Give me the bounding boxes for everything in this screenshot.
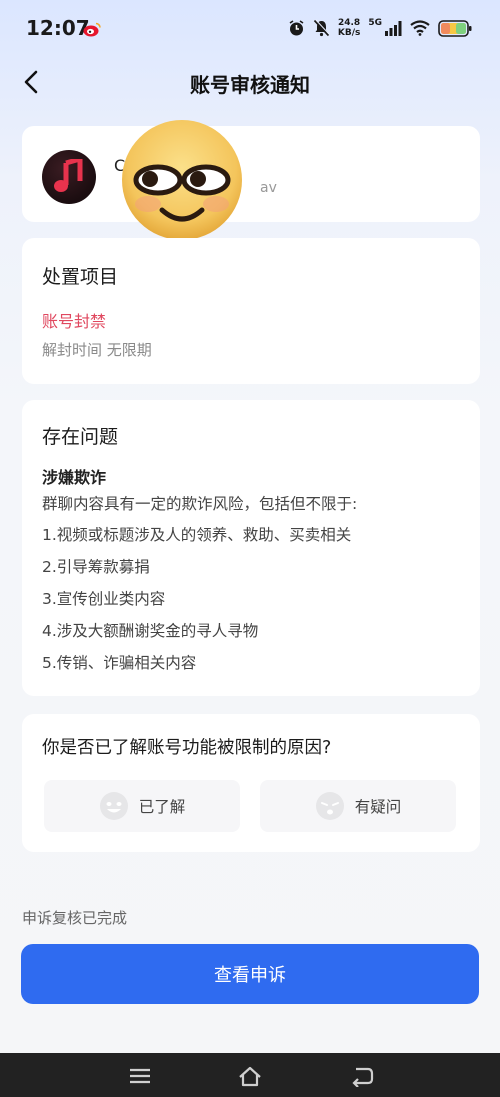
- page-title: 账号审核通知: [190, 73, 310, 97]
- unban-time: 解封时间 无限期: [42, 341, 152, 359]
- penalty-title: 处置项目: [42, 266, 119, 288]
- status-time: 12:07: [26, 16, 90, 40]
- battery-icon: [438, 19, 472, 37]
- list-item: 2.引导筹款募捐: [42, 558, 150, 576]
- smirk-emoji-sticker: [122, 120, 242, 240]
- home-icon[interactable]: [238, 1065, 262, 1087]
- mute-icon: [313, 19, 330, 37]
- issues-card: 存在问题 涉嫌欺诈 群聊内容具有一定的欺诈风险，包括但不限于: 1.视频或标题涉…: [22, 400, 480, 696]
- avatar[interactable]: [42, 150, 96, 204]
- nav-header: 账号审核通知: [0, 56, 500, 110]
- feedback-card: 你是否已了解账号功能被限制的原因? 已了解 有疑问: [22, 714, 480, 852]
- system-nav-bar: [0, 1053, 500, 1097]
- status-bar: 12:07 24.8 KB/s 5G: [0, 0, 500, 56]
- confused-face-icon: [315, 792, 344, 820]
- understood-label: 已了解: [138, 798, 186, 816]
- net-speed-unit: KB/s: [337, 28, 361, 38]
- menu-icon[interactable]: [128, 1065, 152, 1087]
- net-speed: 24.8 KB/s: [338, 18, 360, 38]
- net-speed-value: 24.8: [337, 18, 361, 28]
- understood-button[interactable]: 已了解: [44, 780, 240, 832]
- appeal-status: 申诉复核已完成: [22, 909, 128, 927]
- penalty-action: 账号封禁: [42, 312, 107, 331]
- doubt-button[interactable]: 有疑问: [260, 780, 456, 832]
- issue-list: 1.视频或标题涉及人的领养、救助、买卖相关 2.引导筹款募捐 3.宣传创业类内容…: [42, 524, 351, 684]
- list-item: 1.视频或标题涉及人的领养、救助、买卖相关: [42, 526, 352, 544]
- list-item: 5.传销、诈骗相关内容: [42, 654, 197, 672]
- issues-title: 存在问题: [42, 426, 119, 448]
- status-icons: 24.8 KB/s 5G: [288, 18, 472, 38]
- signal-icon: [385, 20, 402, 36]
- feedback-question: 你是否已了解账号功能被限制的原因?: [42, 738, 332, 758]
- penalty-card: 处置项目 账号封禁 解封时间 无限期: [22, 238, 480, 384]
- issue-description: 群聊内容具有一定的欺诈风险，包括但不限于:: [42, 495, 358, 513]
- music-note-icon: [54, 159, 83, 192]
- list-item: 3.宣传创业类内容: [42, 590, 166, 608]
- doubt-label: 有疑问: [354, 798, 402, 816]
- grin-face-icon: [99, 792, 128, 820]
- weibo-icon: [83, 22, 101, 37]
- view-appeal-button[interactable]: 查看申诉: [21, 944, 479, 1004]
- issue-name: 涉嫌欺诈: [42, 468, 107, 487]
- wifi-icon: [410, 20, 430, 36]
- back-icon[interactable]: [350, 1065, 374, 1087]
- list-item: 4.涉及大额酬谢奖金的寻人寻物: [42, 622, 259, 640]
- account-subtitle: av: [260, 180, 277, 196]
- alarm-icon: [289, 19, 304, 35]
- network-type: 5G: [368, 18, 382, 28]
